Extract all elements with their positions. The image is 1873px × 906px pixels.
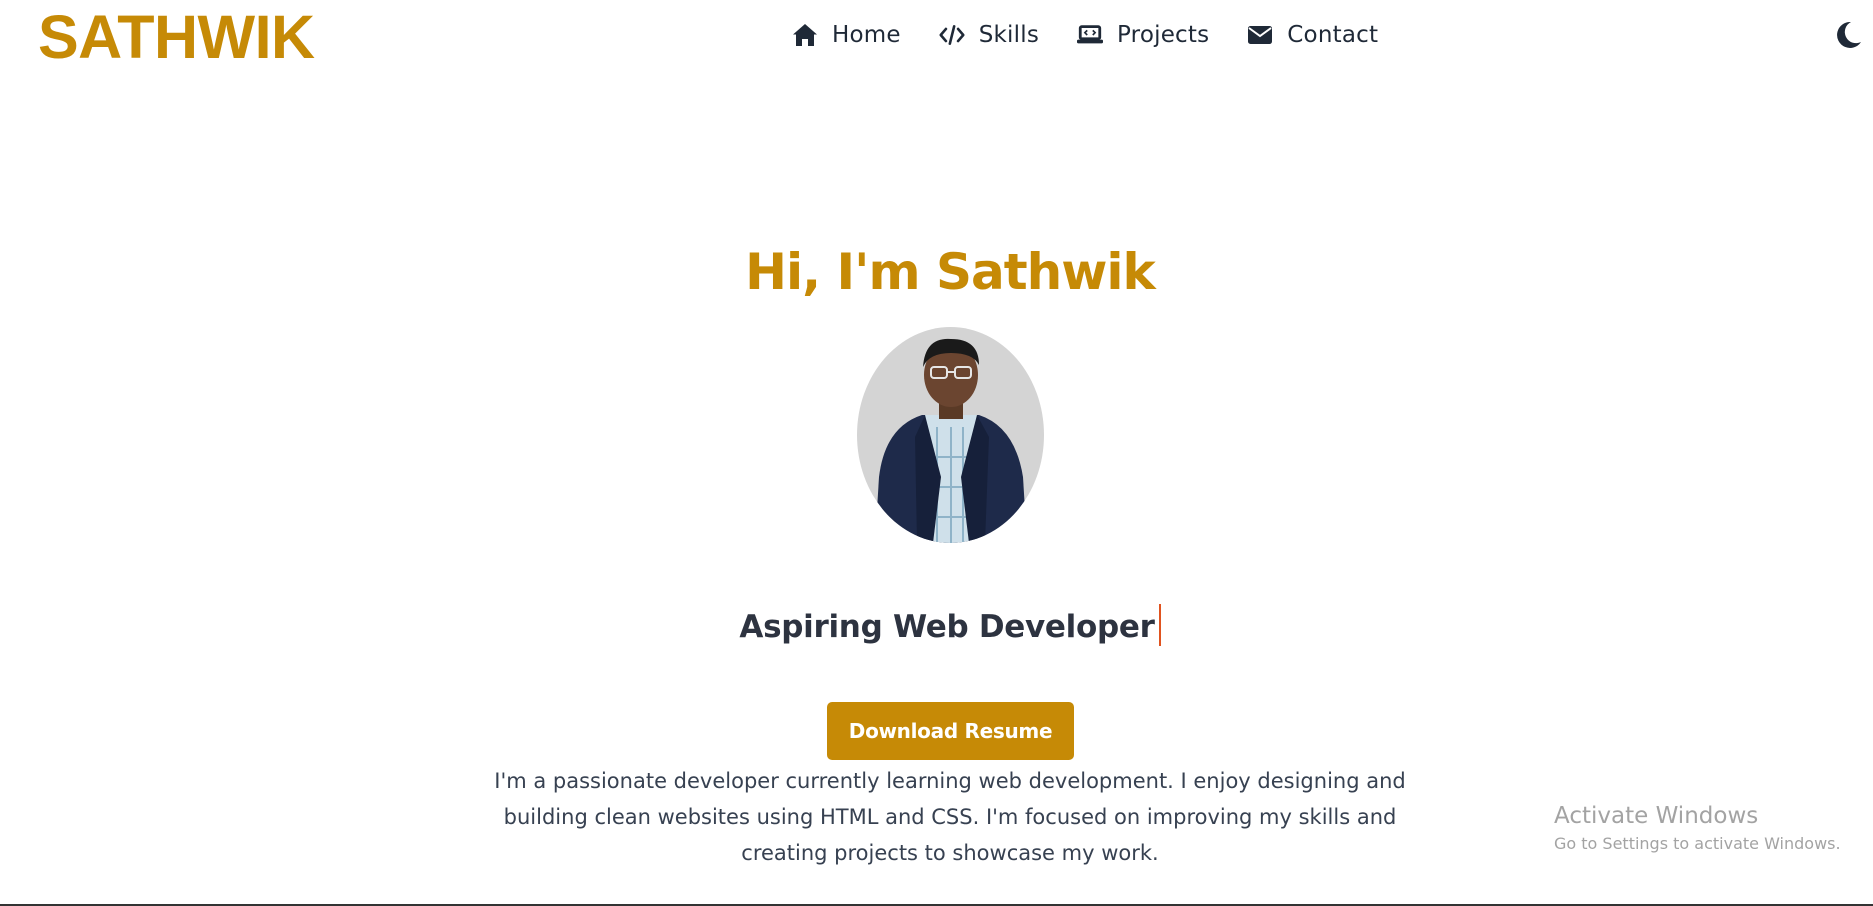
- about-text: I'm a passionate developer currently lea…: [450, 763, 1450, 871]
- windows-activation-watermark: Activate Windows Go to Settings to activ…: [1554, 800, 1841, 856]
- moon-icon: [1837, 21, 1861, 48]
- main-nav: Home Skills Projects Contact: [792, 18, 1378, 52]
- site-logo[interactable]: SATHWIK: [38, 2, 315, 72]
- envelope-icon: [1247, 22, 1273, 48]
- hero-tagline: Aspiring Web Developer: [0, 604, 1873, 646]
- code-icon: [939, 22, 965, 48]
- watermark-subtitle: Go to Settings to activate Windows.: [1554, 834, 1841, 853]
- about-line: I'm a passionate developer currently lea…: [494, 769, 1406, 793]
- hero-title: Hi, I'm Sathwik: [745, 243, 1156, 301]
- nav-projects-label: Projects: [1117, 22, 1210, 48]
- download-resume-button[interactable]: Download Resume: [827, 702, 1074, 760]
- theme-toggle[interactable]: [1833, 20, 1863, 50]
- nav-home[interactable]: Home: [792, 22, 901, 48]
- home-icon: [792, 22, 818, 48]
- nav-contact-label: Contact: [1287, 22, 1379, 48]
- nav-contact[interactable]: Contact: [1247, 22, 1378, 48]
- nav-skills[interactable]: Skills: [939, 22, 1039, 48]
- about-line: building clean websites using HTML and C…: [503, 805, 1397, 829]
- laptop-code-icon: [1077, 22, 1104, 48]
- watermark-title: Activate Windows: [1554, 803, 1759, 829]
- nav-home-label: Home: [832, 22, 901, 48]
- nav-skills-label: Skills: [978, 22, 1040, 48]
- about-line: creating projects to showcase my work.: [741, 841, 1159, 865]
- profile-avatar: [857, 327, 1044, 543]
- nav-projects[interactable]: Projects: [1077, 22, 1209, 48]
- tagline-text: Aspiring Web Developer: [739, 609, 1155, 645]
- typing-caret: [1158, 604, 1161, 646]
